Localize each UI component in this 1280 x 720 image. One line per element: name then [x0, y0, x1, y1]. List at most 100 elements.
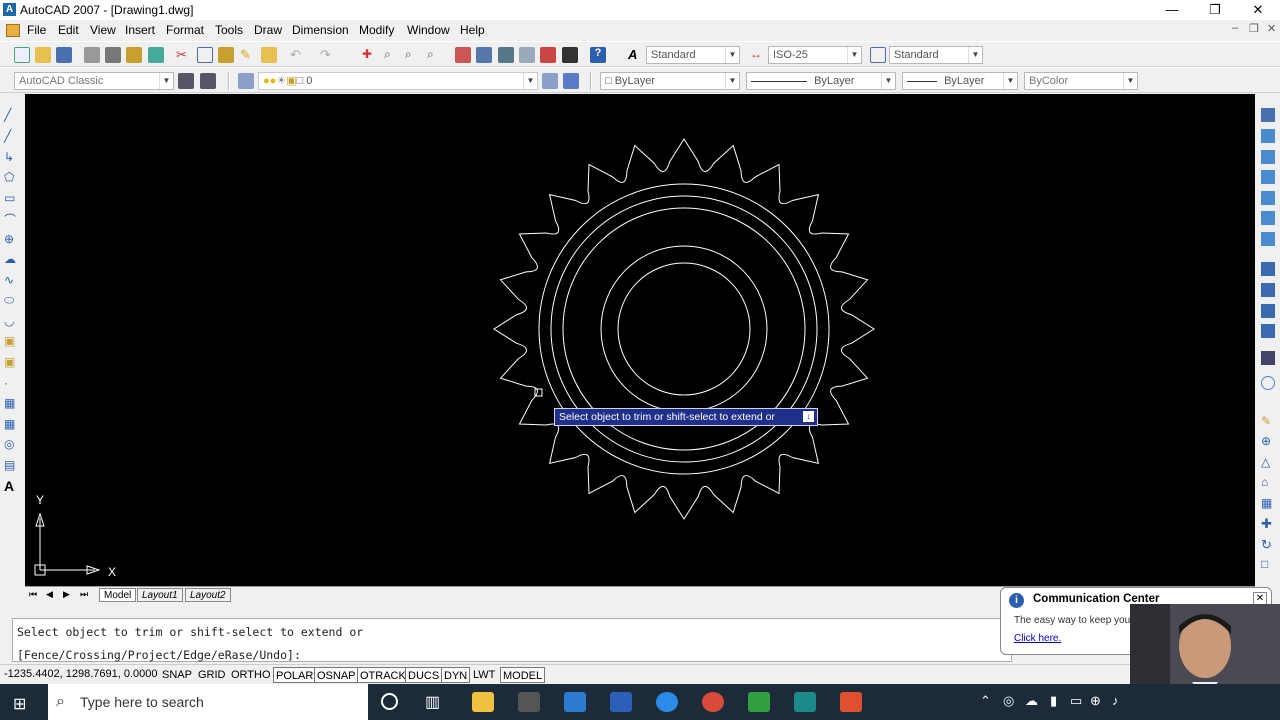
scale-icon[interactable]: □ [1261, 557, 1275, 571]
menu-tools[interactable]: Tools [215, 23, 243, 37]
down-arrow-icon[interactable]: ↓ [803, 411, 814, 422]
save-icon[interactable] [56, 47, 72, 63]
microphone-icon[interactable]: ▮ [1050, 693, 1057, 709]
table-style-icon[interactable] [870, 47, 886, 63]
network-icon[interactable]: ⊕ [1090, 693, 1101, 709]
taskbar-search-box[interactable]: ⌕ Type here to search [48, 684, 368, 720]
ducs-toggle[interactable]: DUCS [405, 667, 443, 683]
menu-format[interactable]: Format [166, 23, 204, 37]
doc-minimize-button[interactable]: – [1232, 22, 1238, 34]
menu-edit[interactable]: Edit [58, 23, 79, 37]
menu-insert[interactable]: Insert [125, 23, 155, 37]
windows-start-icon[interactable]: ⊞ [13, 694, 26, 714]
arc-icon[interactable]: ⌒ [4, 211, 18, 227]
pan-icon[interactable]: ✚ [362, 47, 378, 63]
markup-icon[interactable] [540, 47, 556, 63]
table-style-select[interactable]: Standard ▼ [889, 46, 983, 64]
spline-icon[interactable]: ∿ [4, 273, 18, 287]
circle-icon[interactable]: ⊕ [4, 232, 18, 246]
zoom-realtime-icon[interactable]: ⌕ [384, 47, 400, 63]
make-current-layer-icon[interactable] [542, 73, 558, 89]
camtasia-icon[interactable] [748, 692, 770, 712]
mirror-icon[interactable]: △ [1261, 455, 1275, 469]
plot-icon[interactable] [84, 47, 100, 63]
se-iso-icon[interactable] [1261, 283, 1275, 297]
ellipse-arc-icon[interactable]: ◡ [4, 314, 18, 328]
view-bottom-icon[interactable] [1261, 129, 1275, 143]
line-icon[interactable]: ╱ [4, 108, 18, 122]
restore-button[interactable]: ❐ [1193, 0, 1237, 20]
chrome-icon[interactable] [702, 692, 724, 712]
block-editor-icon[interactable] [261, 47, 277, 63]
point-icon[interactable]: · [4, 376, 18, 390]
layer-select[interactable]: ●●☀▣□ 0 ▼ [258, 72, 538, 90]
layer-properties-icon[interactable] [238, 73, 254, 89]
design-center-icon[interactable] [476, 47, 492, 63]
ellipse-icon[interactable]: ⬭ [4, 293, 18, 307]
sheet-set-icon[interactable] [519, 47, 535, 63]
view-left-icon[interactable] [1261, 150, 1275, 164]
tab-layout2[interactable]: Layout2 [185, 588, 231, 602]
view-right-icon[interactable] [1261, 170, 1275, 184]
linetype-select[interactable]: ByLayer ▼ [746, 72, 896, 90]
revision-cloud-icon[interactable]: ☁ [4, 252, 18, 266]
ortho-toggle[interactable]: ORTHO [229, 667, 273, 683]
orbit-icon[interactable] [1261, 376, 1275, 390]
workspace-select[interactable]: AutoCAD Classic ▼ [14, 72, 174, 90]
layer-previous-icon[interactable] [563, 73, 579, 89]
help-icon[interactable]: ? [590, 47, 606, 63]
mail-icon[interactable] [564, 692, 586, 712]
plot-style-select[interactable]: ByColor ▼ [1024, 72, 1138, 90]
polar-toggle[interactable]: POLAR [273, 667, 317, 683]
rectangle-icon[interactable]: ▭ [4, 191, 18, 205]
multiline-text-icon[interactable]: A [4, 478, 18, 494]
calculator-icon[interactable] [562, 47, 578, 63]
offset-icon[interactable]: ⌂ [1261, 475, 1275, 489]
autocad-taskbar-icon[interactable] [794, 692, 816, 712]
text-style-icon[interactable]: A [628, 47, 644, 63]
hatch-icon[interactable]: ▦ [4, 396, 18, 410]
view-back-icon[interactable] [1261, 211, 1275, 225]
doc-restore-button[interactable]: ❐ [1249, 22, 1259, 35]
menu-modify[interactable]: Modify [359, 23, 394, 37]
table-icon[interactable]: ▤ [4, 458, 18, 472]
dyn-toggle[interactable]: DYN [441, 667, 471, 683]
lwt-toggle[interactable]: LWT [471, 667, 497, 683]
tab-layout1[interactable]: Layout1 [137, 588, 183, 602]
cortana-icon[interactable] [381, 693, 398, 710]
grid-toggle[interactable]: GRID [196, 667, 228, 683]
first-tab-button[interactable]: ⏮ [29, 589, 37, 600]
next-tab-button[interactable]: ▶ [63, 589, 70, 600]
insert-block-icon[interactable]: ▣ [4, 334, 18, 348]
tab-model[interactable]: Model [99, 588, 137, 602]
dim-style-icon[interactable]: ↔ [750, 47, 766, 63]
model-toggle[interactable]: MODEL [500, 667, 546, 683]
zoom-window-icon[interactable]: ⌕ [405, 47, 421, 63]
properties-icon[interactable] [455, 47, 471, 63]
zoom-app-icon[interactable] [656, 692, 678, 712]
last-tab-button[interactable]: ⏭ [80, 589, 88, 600]
my-workspace-icon[interactable] [200, 73, 216, 89]
word-icon[interactable] [610, 692, 632, 712]
nw-iso-icon[interactable] [1261, 324, 1275, 338]
view-top-icon[interactable] [1261, 108, 1275, 122]
tray-app-icon[interactable]: ◎ [1003, 693, 1014, 709]
camera-icon[interactable] [1261, 351, 1275, 365]
dim-style-select[interactable]: ISO-25 ▼ [768, 46, 862, 64]
polygon-icon[interactable]: ⬠ [4, 170, 18, 184]
menu-file[interactable]: File [27, 23, 46, 37]
view-front-icon[interactable] [1261, 191, 1275, 205]
menu-window[interactable]: Window [407, 23, 450, 37]
ne-iso-icon[interactable] [1261, 304, 1275, 318]
match-properties-icon[interactable]: ✎ [240, 47, 256, 63]
cut-icon[interactable]: ✂ [176, 47, 192, 63]
array-icon[interactable]: ▦ [1261, 496, 1275, 510]
rotate-icon[interactable]: ↻ [1261, 537, 1275, 552]
paste-icon[interactable] [218, 47, 234, 63]
region-icon[interactable]: ◎ [4, 437, 18, 451]
command-line[interactable]: Select object to trim or shift-select to… [12, 618, 1012, 662]
color-select[interactable]: □ ByLayer ▼ [600, 72, 740, 90]
doc-close-button[interactable]: ✕ [1267, 22, 1276, 35]
move-icon[interactable]: ✚ [1261, 516, 1275, 531]
menu-draw[interactable]: Draw [254, 23, 282, 37]
